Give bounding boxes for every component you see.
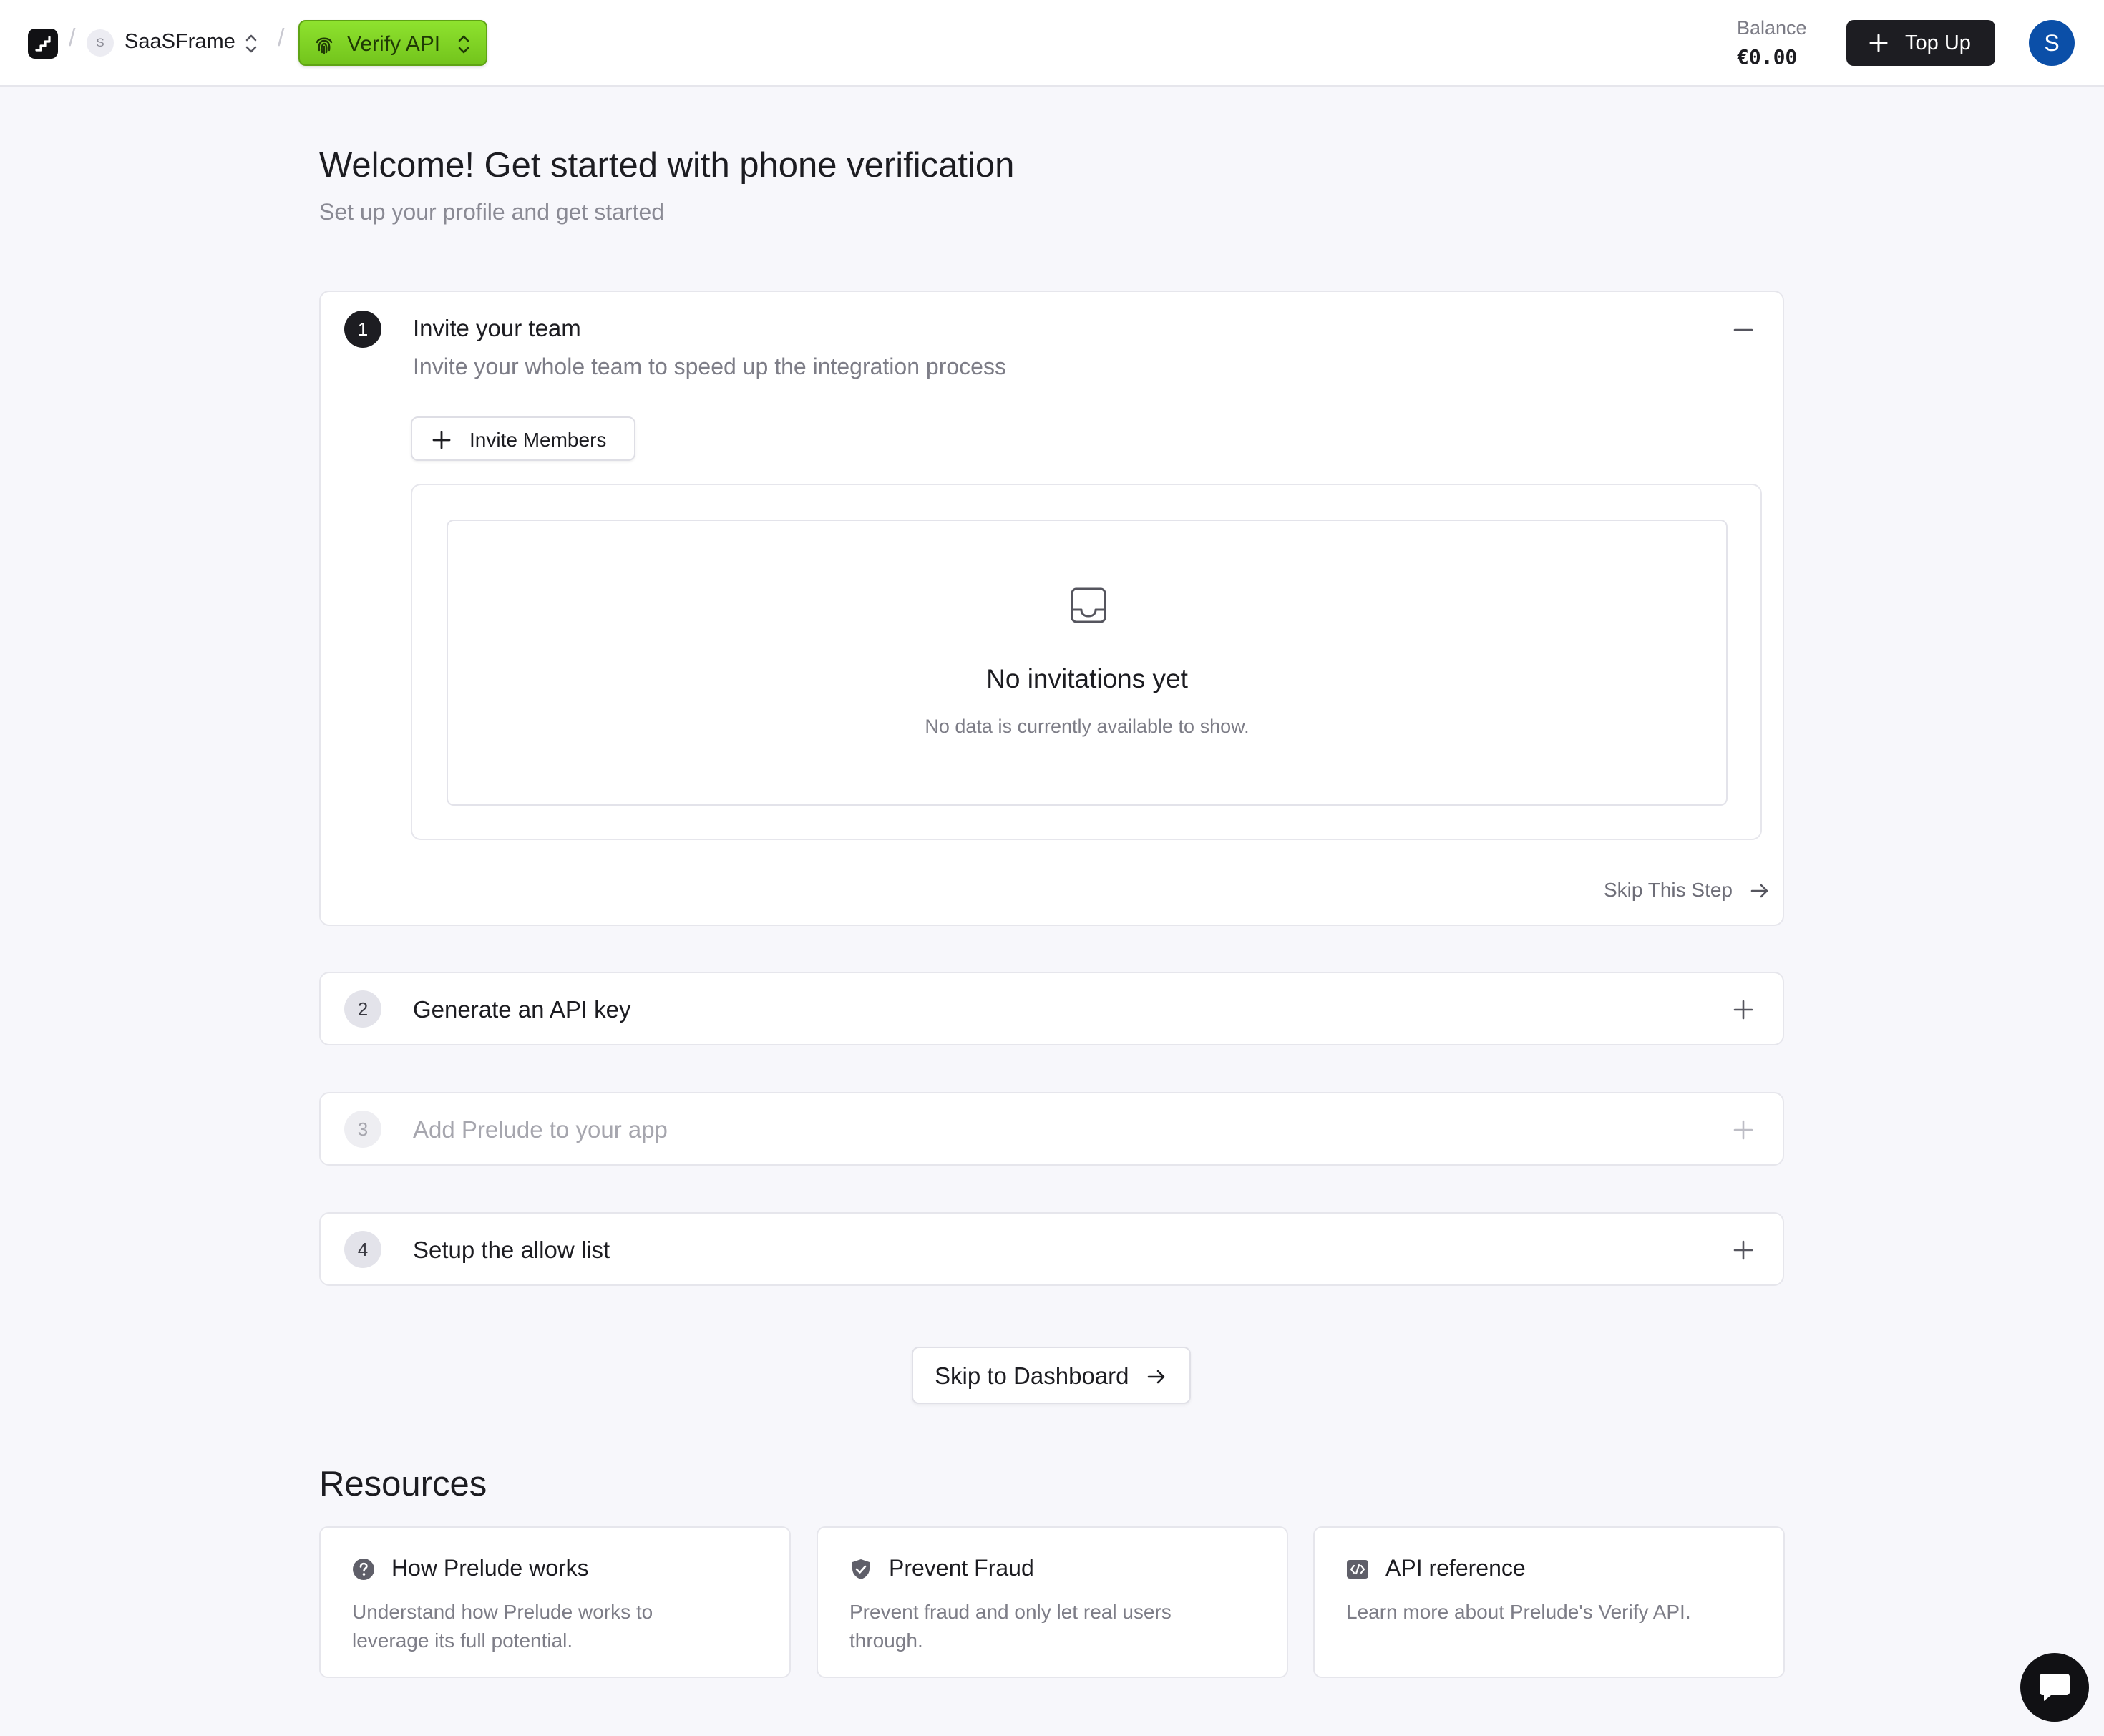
arrow-right-icon (1147, 1370, 1165, 1384)
arrow-right-icon (1750, 884, 1768, 898)
chevron-up-down-icon[interactable] (243, 31, 259, 56)
step-number: 4 (344, 1231, 381, 1268)
expand-plus-icon[interactable] (1733, 999, 1754, 1020)
skip-step-link[interactable]: Skip This Step (1603, 879, 1768, 902)
page-title: Welcome! Get started with phone verifica… (319, 146, 1015, 185)
top-bar: / S SaaSFrame / Verify API Balance €0.00… (0, 0, 2104, 87)
collapse-minus-icon[interactable] (1733, 319, 1754, 341)
code-icon (1347, 1560, 1368, 1579)
chevron-up-down-icon (458, 35, 469, 54)
org-switcher-label[interactable]: SaaSFrame (125, 30, 235, 54)
step-title: Setup the allow list (413, 1237, 610, 1263)
question-circle-icon (353, 1559, 374, 1580)
step-title: Add Prelude to your app (413, 1116, 668, 1143)
fingerprint-icon (316, 37, 333, 54)
step-title[interactable]: Invite your team (413, 315, 581, 342)
resource-card-description: Learn more about Prelude's Verify API. (1346, 1601, 1691, 1623)
step-title: Generate an API key (413, 996, 631, 1023)
step-card-allow-list[interactable]: 4 Setup the allow list (319, 1212, 1784, 1286)
skip-to-dashboard-button[interactable]: Skip to Dashboard (912, 1347, 1191, 1404)
resource-card-description: Prevent fraud and only let real users th… (849, 1601, 1172, 1652)
top-up-label: Top Up (1905, 31, 1971, 54)
resource-card-title: API reference (1385, 1555, 1526, 1581)
invite-members-label: Invite Members (469, 429, 607, 451)
page-subtitle: Set up your profile and get started (319, 199, 665, 225)
invitations-table: No invitations yet No data is currently … (411, 484, 1762, 840)
empty-state: No invitations yet No data is currently … (447, 520, 1728, 806)
resource-card-title: How Prelude works (391, 1555, 589, 1581)
empty-state-subtitle: No data is currently available to show. (925, 716, 1250, 737)
step-description: Invite your whole team to speed up the i… (413, 353, 1006, 379)
balance-label: Balance (1737, 17, 1807, 39)
step-card-api-key[interactable]: 2 Generate an API key (319, 972, 1784, 1045)
invite-members-button[interactable]: Invite Members (411, 416, 635, 461)
resource-card-how-prelude-works[interactable]: How Prelude works Understand how Prelude… (319, 1526, 791, 1678)
step-number: 1 (344, 311, 381, 348)
skip-to-dashboard-label: Skip to Dashboard (935, 1362, 1129, 1389)
expand-plus-icon[interactable] (1733, 1239, 1754, 1261)
resources-title: Resources (319, 1465, 487, 1503)
resource-card-description: Understand how Prelude works to leverage… (352, 1601, 653, 1652)
step-number: 3 (344, 1111, 381, 1148)
step-card-invite-team: 1 Invite your team Invite your whole tea… (319, 291, 1784, 926)
product-switcher-label: Verify API (347, 32, 441, 56)
step-number: 2 (344, 990, 381, 1028)
empty-state-title: No invitations yet (986, 664, 1188, 693)
resource-card-prevent-fraud[interactable]: Prevent Fraud Prevent fraud and only let… (817, 1526, 1288, 1678)
resource-card-api-reference[interactable]: API reference Learn more about Prelude's… (1313, 1526, 1785, 1678)
expand-plus-icon (1733, 1120, 1753, 1140)
inbox-icon (1071, 587, 1106, 623)
breadcrumb-separator: / (69, 24, 76, 52)
skip-step-label: Skip This Step (1603, 879, 1733, 901)
chat-icon (2040, 1674, 2070, 1701)
prelude-logo-icon[interactable] (28, 29, 58, 59)
plus-icon (1869, 34, 1888, 52)
shield-check-icon (852, 1559, 870, 1579)
breadcrumb-separator: / (278, 24, 285, 52)
product-switcher[interactable]: Verify API (298, 20, 487, 66)
plus-icon (432, 431, 451, 449)
user-avatar[interactable]: S (2029, 20, 2075, 66)
balance-value: €0.00 (1737, 45, 1798, 69)
org-avatar[interactable]: S (87, 29, 114, 57)
top-up-button[interactable]: Top Up (1846, 20, 1995, 66)
chat-support-button[interactable] (2020, 1653, 2089, 1722)
step-card-add-prelude: 3 Add Prelude to your app (319, 1092, 1784, 1166)
resource-card-title: Prevent Fraud (889, 1555, 1034, 1581)
